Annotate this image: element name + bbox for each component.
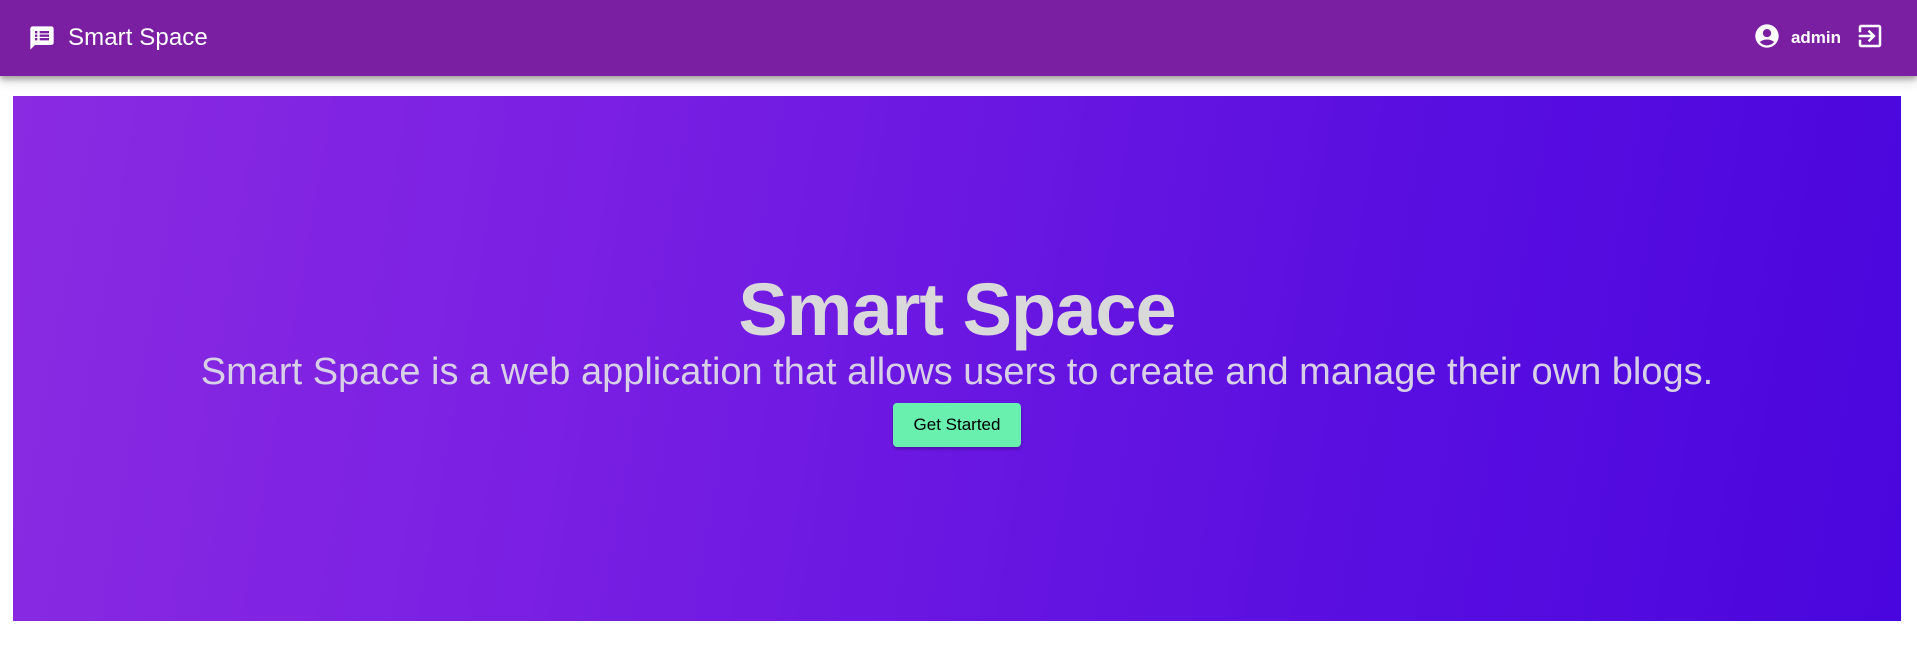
brand-home-link[interactable]: Smart Space xyxy=(28,24,208,52)
account-circle-icon xyxy=(1753,22,1781,55)
hero-title: Smart Space xyxy=(738,267,1176,351)
user-area: admin xyxy=(1753,21,1885,56)
hero-banner: Smart Space Smart Space is a web applica… xyxy=(13,96,1901,621)
user-menu[interactable]: admin xyxy=(1753,22,1841,55)
chat-list-icon xyxy=(28,24,56,52)
username-label: admin xyxy=(1790,28,1841,47)
hero-subtitle: Smart Space is a web application that al… xyxy=(200,350,1714,393)
logout-button[interactable] xyxy=(1855,21,1885,56)
get-started-button[interactable]: Get Started xyxy=(892,402,1022,447)
app-title: Smart Space xyxy=(68,24,208,51)
logout-icon xyxy=(1855,21,1885,56)
top-app-bar: Smart Space admin xyxy=(0,0,1917,76)
